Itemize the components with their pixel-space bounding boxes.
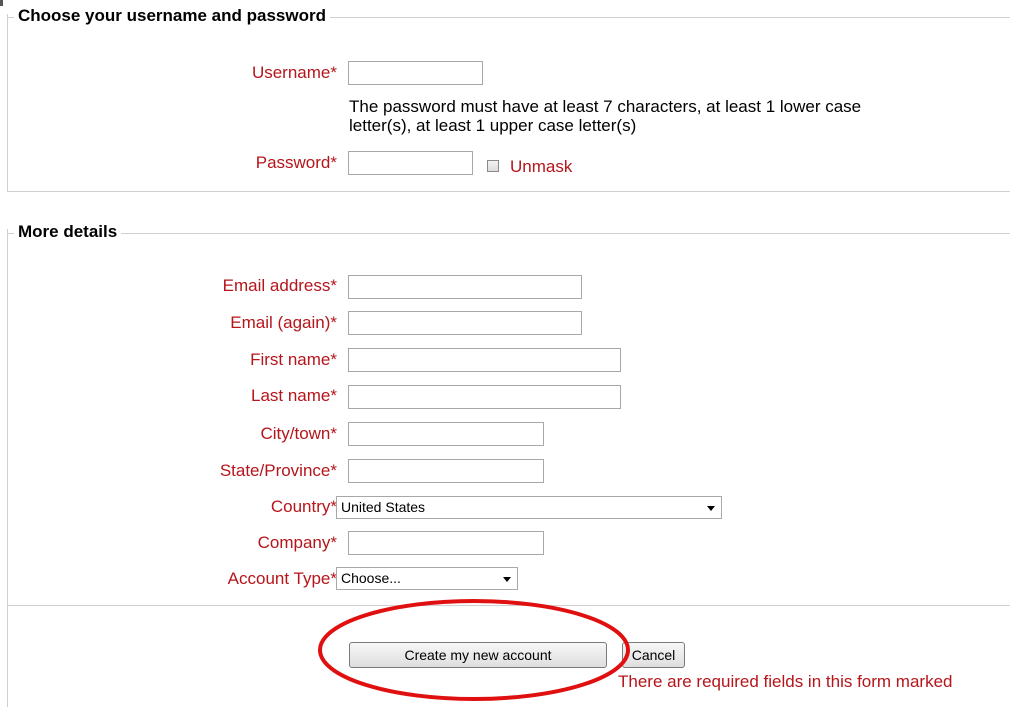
- state-input[interactable]: [348, 459, 544, 483]
- username-label: Username*: [251, 63, 337, 82]
- fieldset-border-top-2: [7, 233, 1010, 234]
- required-fields-note: There are required fields in this form m…: [618, 672, 953, 691]
- last-name-label: Last name*: [251, 386, 337, 405]
- unmask-label[interactable]: Unmask: [510, 157, 572, 177]
- country-select[interactable]: United States: [336, 496, 722, 519]
- password-hint-line-1: The password must have at least 7 charac…: [349, 97, 862, 116]
- last-name-input[interactable]: [348, 385, 621, 409]
- chevron-down-icon: [503, 577, 511, 582]
- first-name-input[interactable]: [348, 348, 621, 372]
- email-again-input[interactable]: [348, 311, 582, 335]
- country-select-value: United States: [341, 499, 426, 515]
- account-type-select-value: Choose...: [341, 570, 401, 586]
- account-type-select[interactable]: Choose...: [336, 567, 518, 590]
- email-again-label: Email (again)*: [230, 313, 337, 332]
- company-label: Company*: [257, 533, 337, 552]
- username-input[interactable]: [348, 61, 483, 85]
- company-input[interactable]: [348, 531, 544, 555]
- page-edge-mark: [0, 0, 3, 6]
- section-legend-more-details: More details: [14, 222, 122, 242]
- password-hint: The password must have at least 7 charac…: [349, 97, 861, 135]
- first-name-label: First name*: [250, 350, 337, 369]
- city-label: City/town*: [260, 424, 337, 443]
- email-label: Email address*: [222, 276, 337, 295]
- form-border-left-bottom: [7, 606, 8, 707]
- country-label: Country*: [270, 497, 337, 516]
- password-input[interactable]: [348, 151, 473, 175]
- annotation-ellipse: [318, 599, 630, 701]
- fieldset-border-left-2: [7, 229, 8, 605]
- unmask-checkbox[interactable]: [487, 160, 499, 172]
- fieldset-border-left: [7, 14, 8, 192]
- account-type-label: Account Type*: [227, 569, 337, 588]
- chevron-down-icon: [707, 506, 715, 511]
- email-input[interactable]: [348, 275, 582, 299]
- state-label: State/Province*: [219, 461, 337, 480]
- password-hint-line-2: letter(s), at least 1 upper case letter(…: [349, 116, 637, 135]
- password-label: Password*: [255, 153, 337, 172]
- fieldset-border-bottom: [7, 191, 1010, 192]
- city-input[interactable]: [348, 422, 544, 446]
- section-legend-username-password: Choose your username and password: [14, 6, 330, 26]
